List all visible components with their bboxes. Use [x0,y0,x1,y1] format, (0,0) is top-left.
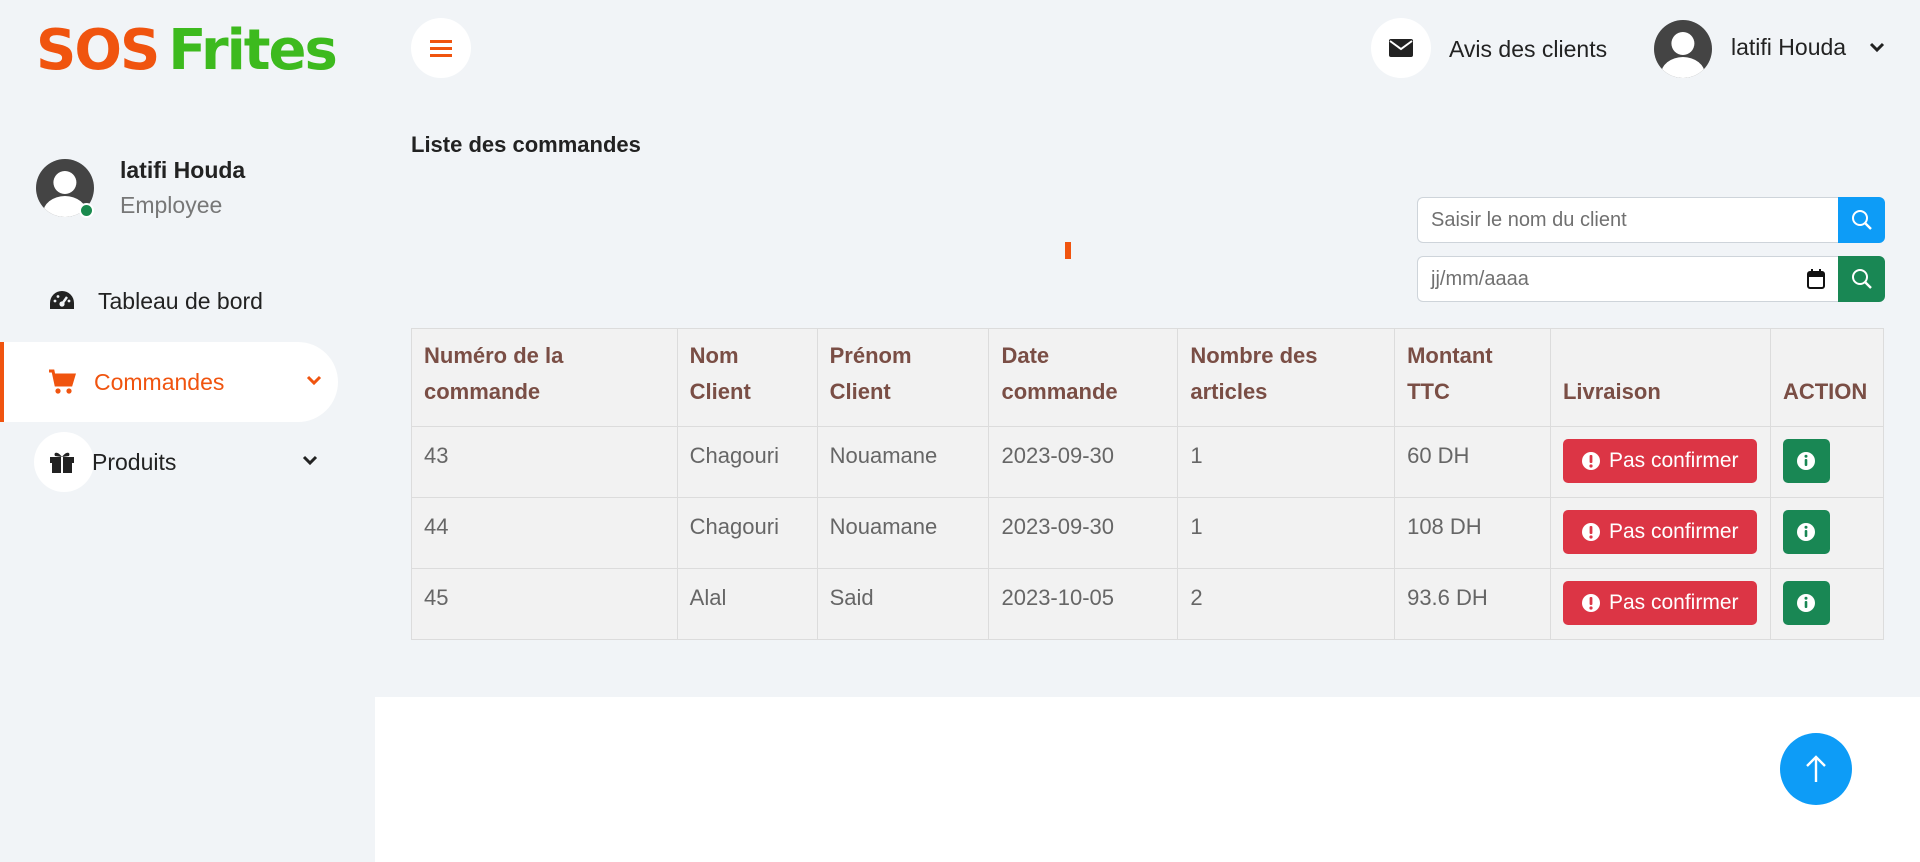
menu-toggle-button[interactable] [411,18,471,78]
date-search-button[interactable] [1838,256,1885,302]
delivery-status-label: Pas confirmer [1608,591,1739,614]
orders-table: Numéro de la commande Nom Client Prénom … [411,328,1885,640]
order-date: 2023-09-30 [988,497,1179,569]
table-row: 44 Chagouri Nouamane 2023-09-30 1 108 DH… [411,497,1885,569]
hamburger-icon [430,40,452,57]
content-footer-area [375,697,1920,862]
column-header: Nombre des articles [1177,328,1396,427]
search-field-wrapper [1417,197,1838,243]
order-date: 2023-09-30 [988,426,1179,498]
exclamation-circle-icon [1581,452,1600,470]
calendar-icon[interactable] [1807,269,1825,289]
sidebar-item-label: Tableau de bord [98,287,263,314]
order-number: 44 [411,497,678,569]
order-details-button[interactable] [1782,439,1830,483]
table-row: 45 Alal Said 2023-10-05 2 93.6 DH Pas co… [411,568,1885,640]
client-last-name: Alal [676,568,818,640]
delivery-cell: Pas confirmer [1549,426,1771,498]
arrow-up-icon [1806,755,1826,782]
article-count: 2 [1177,568,1396,640]
brand-logo[interactable]: SOS Frites [36,18,338,83]
action-cell [1769,568,1885,640]
order-number: 45 [411,568,678,640]
delivery-status-label: Pas confirmer [1608,449,1739,472]
column-header: Numéro de la commande [411,328,678,427]
action-cell [1769,497,1885,569]
sidebar-item-label: Commandes [94,368,225,395]
gift-icon [48,448,76,476]
action-cell [1769,426,1885,498]
sidebar-item-produits[interactable]: Produits [0,422,338,502]
profile-role: Employee [120,192,223,218]
topbar-user-name[interactable]: latifi Houda [1731,34,1846,61]
online-status-dot [79,203,94,218]
chevron-down-icon[interactable] [304,370,324,390]
info-circle-icon [1797,594,1816,612]
amount-ttc: 60 DH [1394,426,1551,498]
column-header: Prénom Client [816,328,990,427]
sidebar-item-commandes[interactable]: Commandes [0,342,338,422]
dashboard-gauge-icon [48,287,76,315]
column-header: Montant TTC [1394,328,1551,427]
delivery-status-button[interactable]: Pas confirmer [1562,581,1757,625]
info-circle-icon [1797,523,1816,541]
topbar-avatar[interactable] [1654,20,1712,78]
envelope-icon [1389,39,1413,57]
amount-ttc: 108 DH [1394,497,1551,569]
delivery-status-label: Pas confirmer [1608,520,1739,543]
user-profile: latifi Houda Employee [36,157,245,219]
sidebar-item-label: Produits [92,448,177,475]
client-first-name: Nouamane [816,497,990,569]
table-row: 43 Chagouri Nouamane 2023-09-30 1 60 DH … [411,426,1885,498]
order-date: 2023-10-05 [988,568,1179,640]
page-title: Liste des commandes [411,132,641,157]
reviews-label[interactable]: Avis des clients [1449,36,1607,63]
sidebar: SOS Frites latifi Houda Employee Tableau … [0,0,375,862]
search-icon [1851,210,1872,230]
client-search [1417,197,1885,243]
column-header: Livraison [1549,328,1771,427]
exclamation-circle-icon [1581,523,1600,541]
delivery-cell: Pas confirmer [1549,568,1771,640]
delivery-status-button[interactable]: Pas confirmer [1562,439,1757,483]
article-count: 1 [1177,426,1396,498]
profile-name: latifi Houda [120,157,246,183]
article-count: 1 [1177,497,1396,569]
column-header: Nom Client [676,328,818,427]
client-last-name: Chagouri [676,497,818,569]
brand-logo-part2: Frites [168,18,338,83]
order-details-button[interactable] [1782,581,1830,625]
search-icon [1851,269,1872,289]
client-last-name: Chagouri [676,426,818,498]
date-placeholder: jj/mm/aaaa [1431,267,1529,290]
user-menu-chevron-icon[interactable] [1868,38,1886,56]
info-circle-icon [1797,452,1816,470]
chevron-down-icon[interactable] [300,450,320,470]
reviews-button[interactable] [1371,18,1431,78]
scroll-to-top-button[interactable] [1780,733,1852,805]
table-header-row: Numéro de la commande Nom Client Prénom … [411,328,1885,427]
client-first-name: Nouamane [816,426,990,498]
delivery-status-button[interactable]: Pas confirmer [1562,510,1757,554]
client-search-button[interactable] [1838,197,1885,243]
loading-indicator [1065,242,1071,259]
cart-icon [48,368,76,396]
exclamation-circle-icon [1581,594,1600,612]
delivery-cell: Pas confirmer [1549,497,1771,569]
date-filter-input[interactable]: jj/mm/aaaa [1417,256,1838,302]
amount-ttc: 93.6 DH [1394,568,1551,640]
brand-logo-part1: SOS [36,18,160,83]
client-search-input[interactable] [1431,208,1825,232]
order-details-button[interactable] [1782,510,1830,554]
column-header: ACTION [1769,328,1885,427]
order-number: 43 [411,426,678,498]
date-filter: jj/mm/aaaa [1417,256,1885,302]
sidebar-item-tableau-de-bord[interactable]: Tableau de bord [0,261,338,341]
client-first-name: Said [816,568,990,640]
column-header: Date commande [988,328,1179,427]
